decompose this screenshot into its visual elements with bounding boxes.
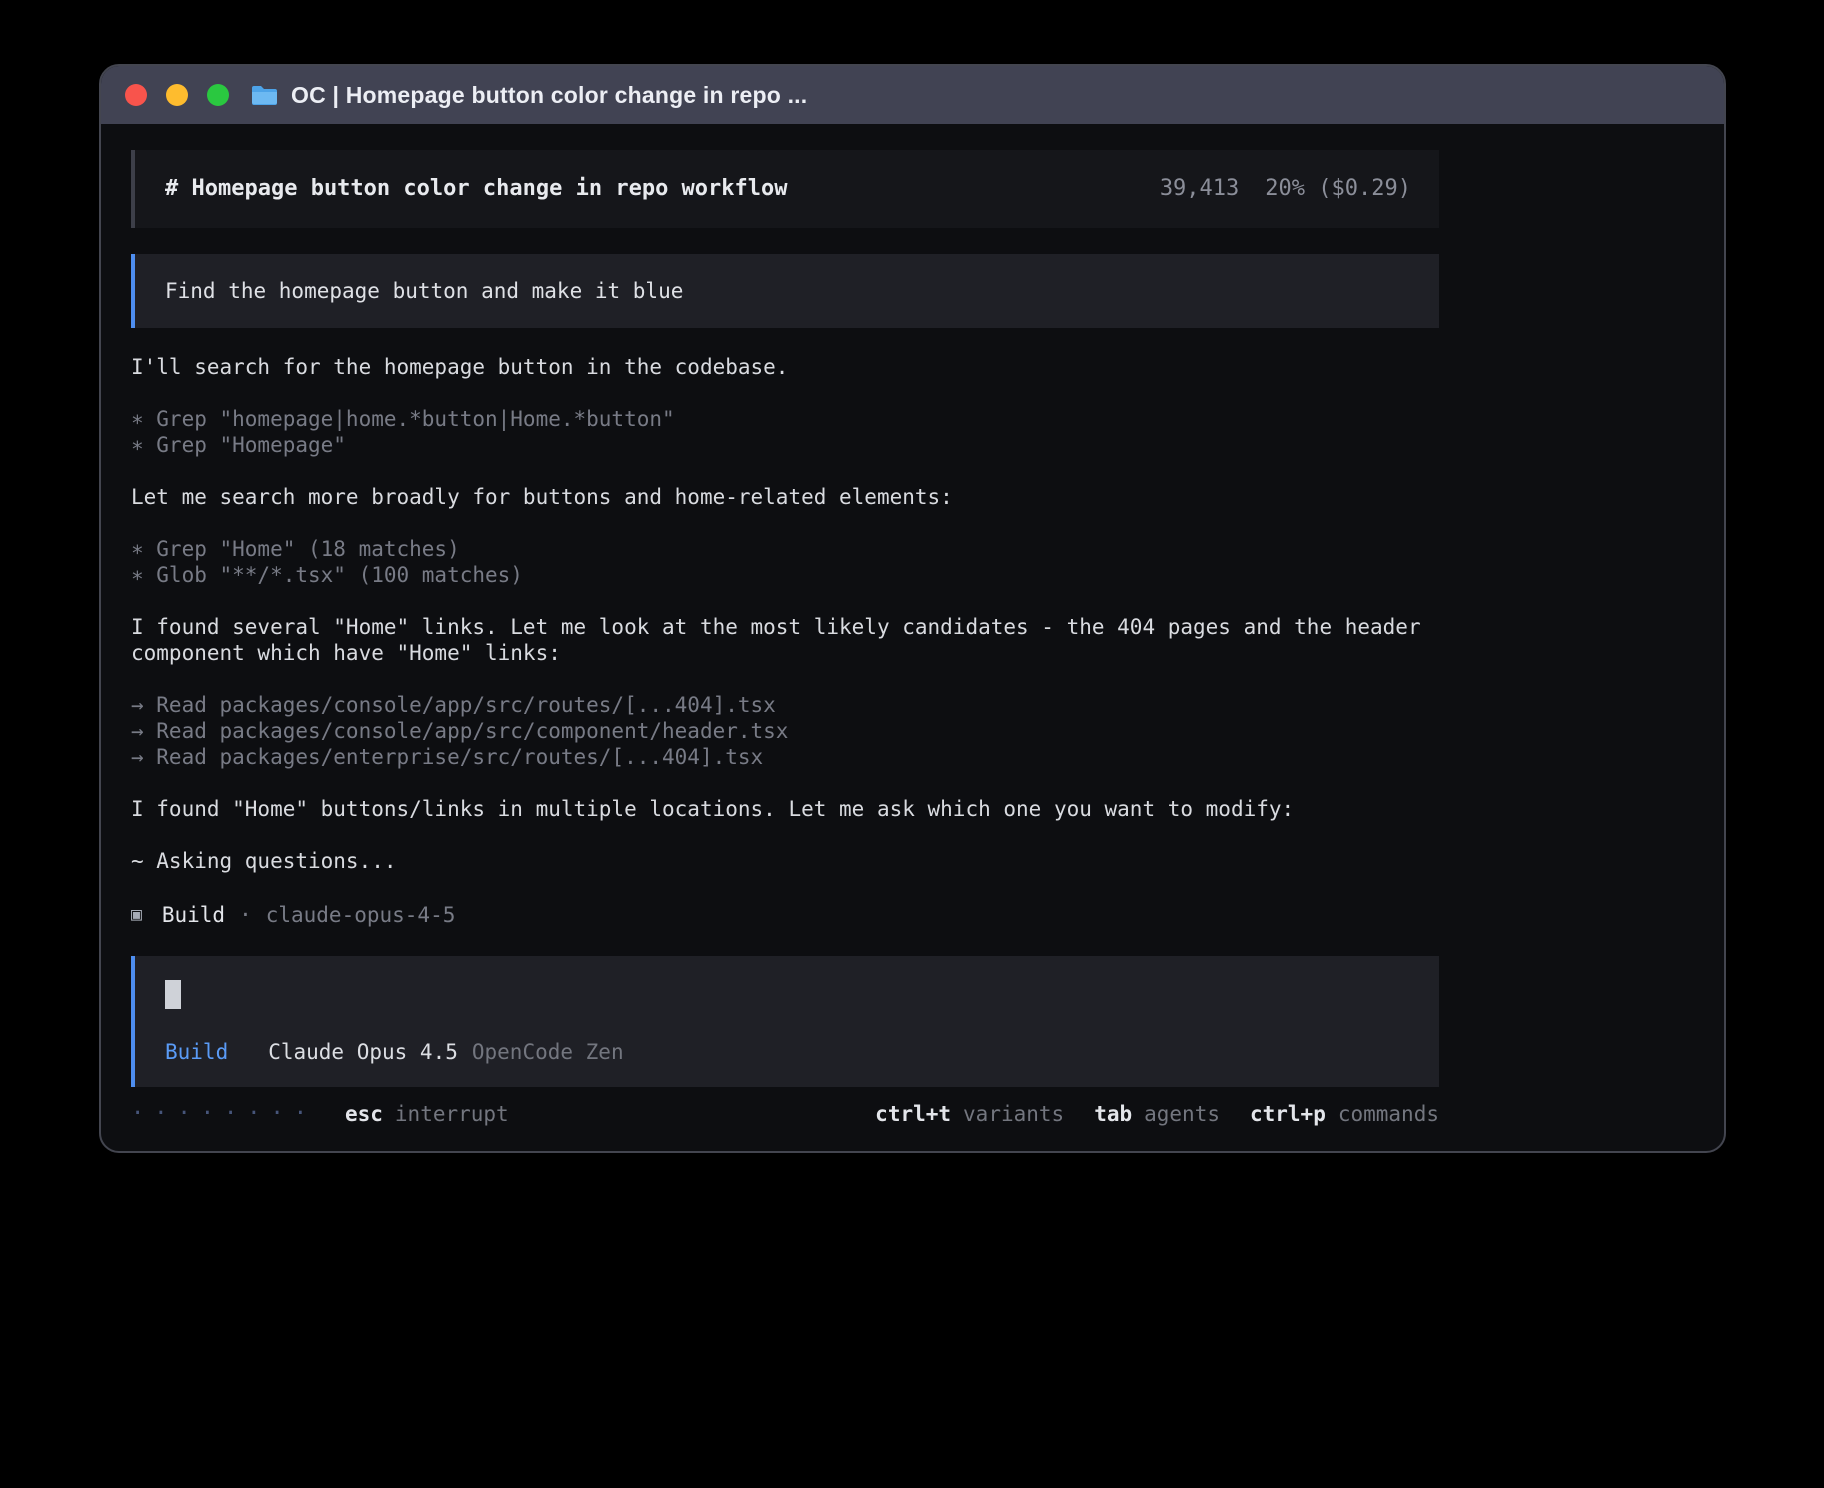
commands-label: commands [1338,1101,1439,1127]
tool-call-grep: ∗ Grep "Homepage" [131,432,1439,458]
status-bar-right: ctrl+t variants tab agents ctrl+p comman… [875,1101,1439,1127]
shortcut-variants: ctrl+t variants [875,1101,1064,1127]
prompt-input[interactable]: Build Claude Opus 4.5 OpenCode Zen [131,956,1439,1087]
user-message-text: Find the homepage button and make it blu… [165,278,683,304]
minimize-button[interactable] [166,84,188,106]
spinner-dots: ········ [131,1101,317,1127]
shortcut-agents: tab agents [1094,1101,1220,1127]
variants-label: variants [963,1101,1064,1127]
window-titlebar[interactable]: OC | Homepage button color change in rep… [101,66,1724,124]
tool-call-grep: ∗ Grep "homepage|home.*button|Home.*butt… [131,406,1439,432]
assistant-paragraph: I found several "Home" links. Let me loo… [131,614,1439,666]
tool-call-read: → Read packages/console/app/src/componen… [131,718,1439,744]
assistant-paragraph: I found "Home" buttons/links in multiple… [131,796,1439,822]
interrupt-hint: esc interrupt [345,1101,509,1127]
token-count: 39,413 [1160,176,1239,202]
agent-separator: · [239,902,252,928]
session-title: # Homepage button color change in repo w… [165,176,788,202]
user-message: Find the homepage button and make it blu… [131,254,1439,328]
model-name: Claude Opus 4.5 [268,1039,458,1065]
agents-label: agents [1144,1101,1220,1127]
shortcut-commands: ctrl+p commands [1250,1101,1439,1127]
tool-call-glob: ∗ Glob "**/*.tsx" (100 matches) [131,562,1439,588]
input-mode-row: Build Claude Opus 4.5 OpenCode Zen [165,1039,1409,1065]
session-header: # Homepage button color change in repo w… [131,150,1439,228]
terminal-content: # Homepage button color change in repo w… [101,124,1724,1153]
context-cost: 20% ($0.29) [1265,176,1411,202]
agent-name: Build [162,902,225,928]
tool-call-read: → Read packages/enterprise/src/routes/[.… [131,744,1439,770]
agent-model: claude-opus-4-5 [266,902,456,928]
esc-key: esc [345,1101,383,1127]
status-bar: ········ esc interrupt ctrl+t variants t… [131,1101,1439,1127]
close-button[interactable] [125,84,147,106]
tool-call-read: → Read packages/console/app/src/routes/[… [131,692,1439,718]
agent-icon: ▣ [131,902,142,928]
tool-call-grep: ∗ Grep "Home" (18 matches) [131,536,1439,562]
agent-row: ▣ Build · claude-opus-4-5 [131,900,1439,930]
tab-key: tab [1094,1101,1132,1127]
folder-icon [251,84,278,106]
tool-call-group: → Read packages/console/app/src/routes/[… [131,692,1439,770]
status-bar-left: ········ esc interrupt [131,1101,509,1127]
ctrl-t-key: ctrl+t [875,1101,951,1127]
ctrl-p-key: ctrl+p [1250,1101,1326,1127]
session-stats: 39,413 20% ($0.29) [1160,176,1411,202]
traffic-lights [125,84,229,106]
status-line: ~ Asking questions... [131,848,1439,874]
window-title: OC | Homepage button color change in rep… [291,82,807,109]
text-cursor [165,980,181,1009]
mode-badge: Build [165,1039,228,1065]
tool-call-group: ∗ Grep "homepage|home.*button|Home.*butt… [131,406,1439,458]
zoom-button[interactable] [207,84,229,106]
window-title-area: OC | Homepage button color change in rep… [251,82,807,109]
assistant-paragraph: Let me search more broadly for buttons a… [131,484,1439,510]
interrupt-label: interrupt [395,1101,509,1127]
model-provider: OpenCode Zen [472,1039,624,1065]
terminal-window: OC | Homepage button color change in rep… [99,64,1726,1153]
tool-call-group: ∗ Grep "Home" (18 matches) ∗ Glob "**/*.… [131,536,1439,588]
assistant-paragraph: I'll search for the homepage button in t… [131,354,1439,380]
